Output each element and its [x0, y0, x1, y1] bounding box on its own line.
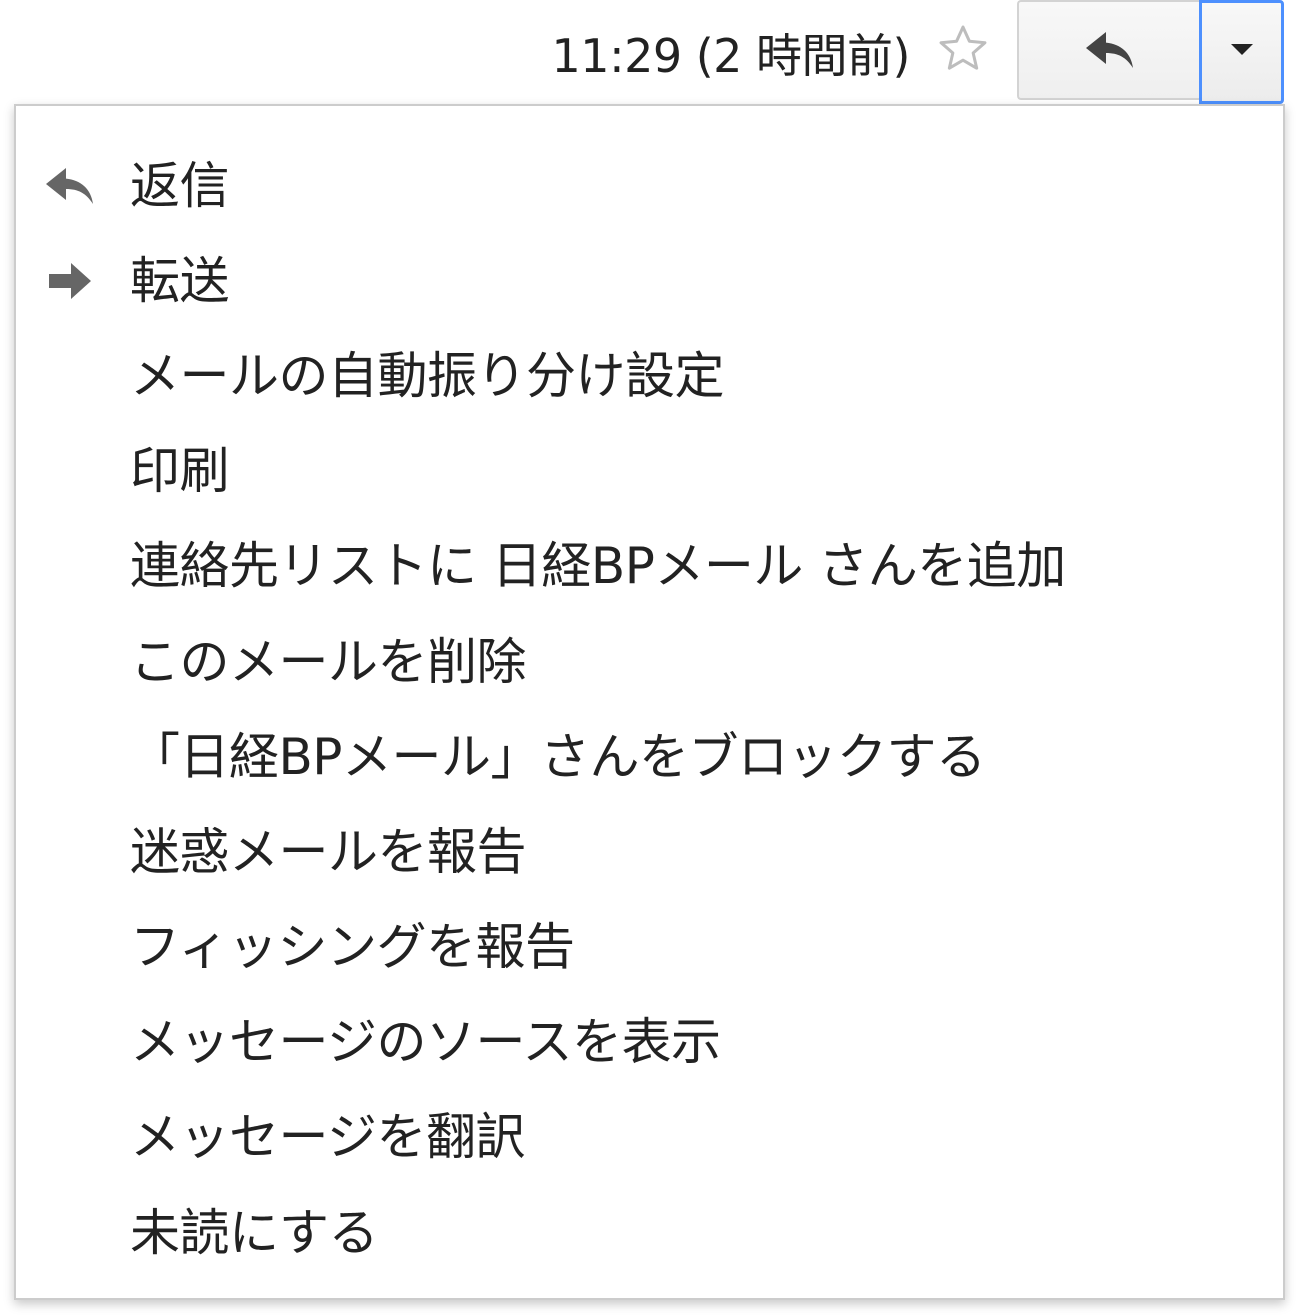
menu-item-reply[interactable]: 返信 — [16, 138, 1283, 233]
menu-item-show-original[interactable]: メッセージのソースを表示 — [16, 995, 1283, 1090]
message-timestamp: 11:29 (2 時間前) — [551, 29, 911, 83]
message-actions-menu: 返信 転送 メールの自動振り分け設定 印刷 連絡先リストに 日経BPメール さん… — [14, 104, 1285, 1300]
menu-item-report-spam[interactable]: 迷惑メールを報告 — [16, 804, 1283, 899]
menu-item-label: 「日経BPメール」さんをブロックする — [130, 727, 986, 786]
menu-item-label: 返信 — [130, 156, 230, 215]
menu-item-label: メッセージを翻訳 — [130, 1108, 526, 1167]
menu-item-mark-unread[interactable]: 未読にする — [16, 1185, 1283, 1280]
menu-item-label: メールの自動振り分け設定 — [130, 346, 725, 405]
menu-item-translate[interactable]: メッセージを翻訳 — [16, 1090, 1283, 1185]
caret-down-icon — [1230, 43, 1253, 55]
menu-item-print[interactable]: 印刷 — [16, 424, 1283, 519]
menu-item-label: このメールを削除 — [130, 632, 527, 691]
menu-item-label: 転送 — [130, 251, 230, 310]
star-button[interactable] — [928, 14, 998, 84]
menu-item-report-phishing[interactable]: フィッシングを報告 — [16, 900, 1283, 995]
more-options-button[interactable] — [1199, 0, 1284, 104]
reply-icon — [1085, 32, 1133, 68]
star-outline-icon — [939, 25, 987, 70]
menu-item-delete[interactable]: このメールを削除 — [16, 614, 1283, 709]
message-header-area: 11:29 (2 時間前) 返信 転送 メールの自動振り分け設定 印刷 連絡先リ… — [0, 0, 1300, 1315]
menu-item-label: メッセージのソースを表示 — [130, 1013, 721, 1072]
menu-item-add-contact[interactable]: 連絡先リストに 日経BPメール さんを追加 — [16, 519, 1283, 614]
menu-item-label: 未読にする — [130, 1203, 379, 1262]
menu-item-label: 印刷 — [130, 442, 230, 501]
reply-icon — [42, 161, 98, 211]
forward-icon — [42, 256, 98, 306]
menu-item-filter-messages[interactable]: メールの自動振り分け設定 — [16, 328, 1283, 423]
menu-item-label: フィッシングを報告 — [130, 918, 575, 977]
menu-item-block-sender[interactable]: 「日経BPメール」さんをブロックする — [16, 709, 1283, 804]
menu-item-label: 迷惑メールを報告 — [130, 822, 527, 881]
reply-button[interactable] — [1017, 0, 1200, 100]
menu-item-label: 連絡先リストに 日経BPメール さんを追加 — [130, 537, 1066, 596]
menu-item-forward[interactable]: 転送 — [16, 233, 1283, 328]
